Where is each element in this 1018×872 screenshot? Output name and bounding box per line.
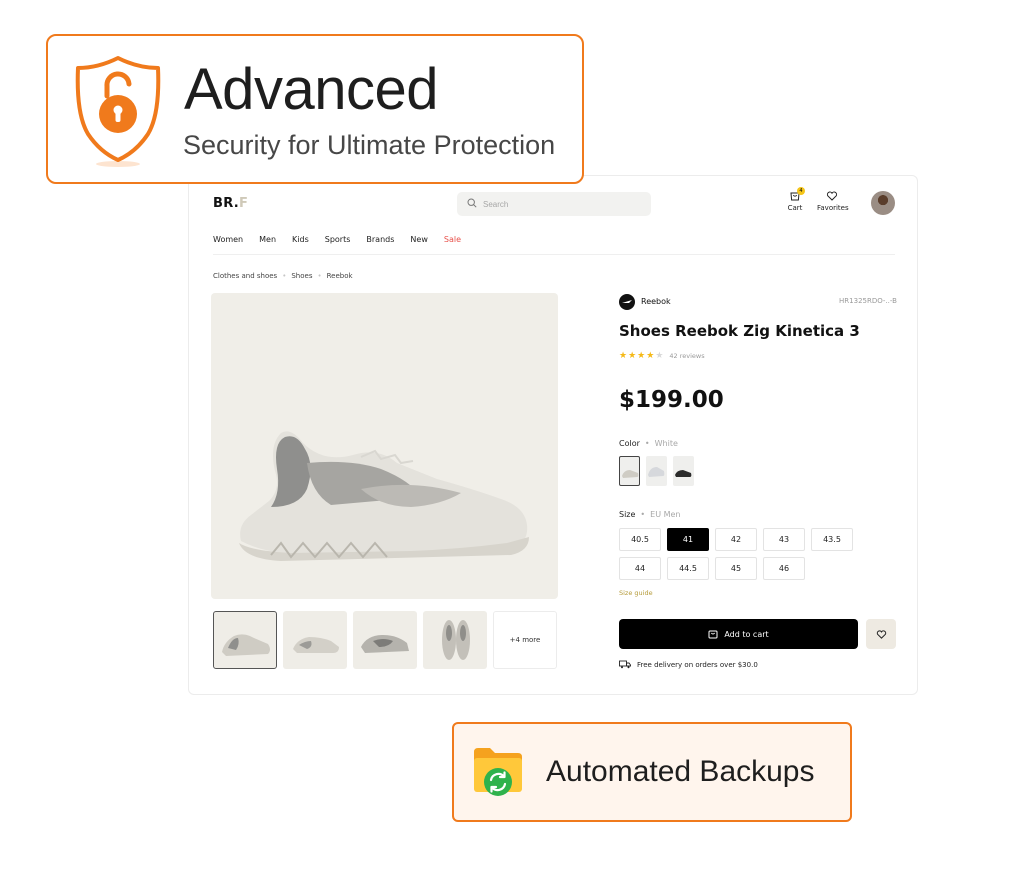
size-label-row: Size • EU Men (619, 510, 681, 519)
breadcrumb-item[interactable]: Clothes and shoes (213, 272, 277, 280)
top-bar: BR.F 4 Cart Favorites (213, 187, 895, 222)
thumbnail-4[interactable] (423, 611, 487, 669)
user-avatar[interactable] (871, 191, 895, 215)
logo-main: BR. (213, 196, 239, 211)
nav-item-sale[interactable]: Sale (444, 235, 461, 244)
thumbnail-1[interactable] (213, 611, 277, 669)
nav-item-sports[interactable]: Sports (325, 235, 351, 244)
nav-item-men[interactable]: Men (259, 235, 276, 244)
color-label-row: Color • White (619, 439, 678, 448)
star-icon: ★ (619, 351, 628, 361)
color-swatch-white[interactable] (619, 456, 640, 486)
color-value: White (654, 439, 678, 448)
breadcrumb-item[interactable]: Shoes (291, 272, 312, 280)
cart-label: Cart (787, 204, 803, 212)
sneaker-image (239, 431, 529, 561)
search-icon (467, 198, 477, 208)
shield-lock-icon (68, 54, 168, 172)
nav-item-brands[interactable]: Brands (366, 235, 394, 244)
folder-sync-icon (472, 746, 524, 802)
sneaker-thumb-image (442, 620, 470, 660)
wishlist-button[interactable] (866, 619, 896, 649)
color-swatch-grey[interactable] (646, 456, 667, 486)
rating: ★ ★ ★ ★ ★ 42 reviews (619, 351, 705, 361)
sneaker-thumb-image (222, 634, 270, 656)
truck-icon (619, 660, 631, 669)
breadcrumb: Clothes and shoes • Shoes • Reebok (213, 272, 353, 280)
add-to-cart-label: Add to cart (724, 629, 769, 639)
nav-item-women[interactable]: Women (213, 235, 243, 244)
size-option[interactable]: 44.5 (667, 557, 709, 580)
size-option[interactable]: 46 (763, 557, 805, 580)
nav-item-kids[interactable]: Kids (292, 235, 309, 244)
product-title: Shoes Reebok Zig Kinetica 3 (619, 322, 860, 340)
security-title: Advanced (184, 57, 438, 122)
backup-callout: Automated Backups (452, 722, 852, 822)
security-subtitle: Security for Ultimate Protection (183, 130, 556, 160)
star-icon: ★ (628, 351, 637, 361)
favorites-label: Favorites (817, 204, 849, 212)
size-option[interactable]: 43.5 (811, 528, 853, 551)
favorites-button[interactable]: Favorites (817, 190, 849, 212)
product-page-window: BR.F 4 Cart Favorites Women M (188, 175, 918, 695)
security-callout: Advanced Security for Ultimate Protectio… (46, 34, 584, 184)
brand-name[interactable]: Reebok (641, 297, 671, 306)
star-icon: ★ (637, 351, 646, 361)
sneaker-thumb-image (293, 637, 339, 653)
size-options: 40.5 41 42 43 43.5 44 44.5 45 46 (619, 528, 899, 580)
backup-title: Automated Backups (546, 755, 815, 788)
search-input[interactable] (483, 195, 643, 213)
heart-icon (826, 191, 838, 201)
more-images-button[interactable]: +4 more (493, 611, 557, 669)
color-separator: • (644, 439, 650, 448)
size-option[interactable]: 45 (715, 557, 757, 580)
color-label: Color (619, 439, 640, 448)
size-guide-link[interactable]: Size guide (619, 589, 653, 597)
reebok-logo-icon[interactable] (619, 294, 635, 310)
size-system[interactable]: EU Men (650, 510, 680, 519)
size-label: Size (619, 510, 636, 519)
search-bar[interactable] (457, 192, 651, 216)
size-option[interactable]: 42 (715, 528, 757, 551)
product-sku: HR1325RDO-..-B (839, 297, 897, 305)
cart-count-badge: 4 (797, 187, 805, 195)
breadcrumb-separator: • (317, 272, 322, 280)
product-info: Reebok HR1325RDO-..-B Shoes Reebok Zig K… (619, 294, 897, 669)
star-empty-icon: ★ (655, 351, 664, 361)
size-option[interactable]: 40.5 (619, 528, 661, 551)
sneaker-thumb-image (361, 635, 409, 653)
breadcrumb-item[interactable]: Reebok (327, 272, 353, 280)
heart-icon (876, 629, 886, 639)
cart-button[interactable]: 4 Cart (785, 187, 805, 212)
breadcrumb-separator: • (282, 272, 287, 280)
review-count[interactable]: 42 reviews (669, 352, 704, 360)
star-icon: ★ (646, 351, 655, 361)
delivery-note: Free delivery on orders over $30.0 (619, 660, 758, 669)
nav-divider (213, 254, 895, 255)
product-price: $199.00 (619, 387, 724, 413)
add-to-cart-button[interactable]: Add to cart (619, 619, 858, 649)
size-option-selected[interactable]: 41 (667, 528, 709, 551)
thumbnail-3[interactable] (353, 611, 417, 669)
logo-accent: F (239, 196, 249, 211)
color-swatch-black[interactable] (673, 456, 694, 486)
nav-item-new[interactable]: New (410, 235, 427, 244)
size-option[interactable]: 43 (763, 528, 805, 551)
delivery-text: Free delivery on orders over $30.0 (637, 660, 758, 669)
category-nav: Women Men Kids Sports Brands New Sale (213, 235, 477, 244)
product-thumbnails: +4 more (213, 611, 557, 669)
color-swatches (619, 456, 694, 486)
size-option[interactable]: 44 (619, 557, 661, 580)
thumbnail-2[interactable] (283, 611, 347, 669)
store-logo[interactable]: BR.F (213, 196, 248, 211)
bag-icon (708, 630, 718, 639)
brand-row: Reebok HR1325RDO-..-B (619, 294, 897, 310)
size-separator: • (640, 510, 646, 519)
product-main-image (211, 293, 558, 599)
